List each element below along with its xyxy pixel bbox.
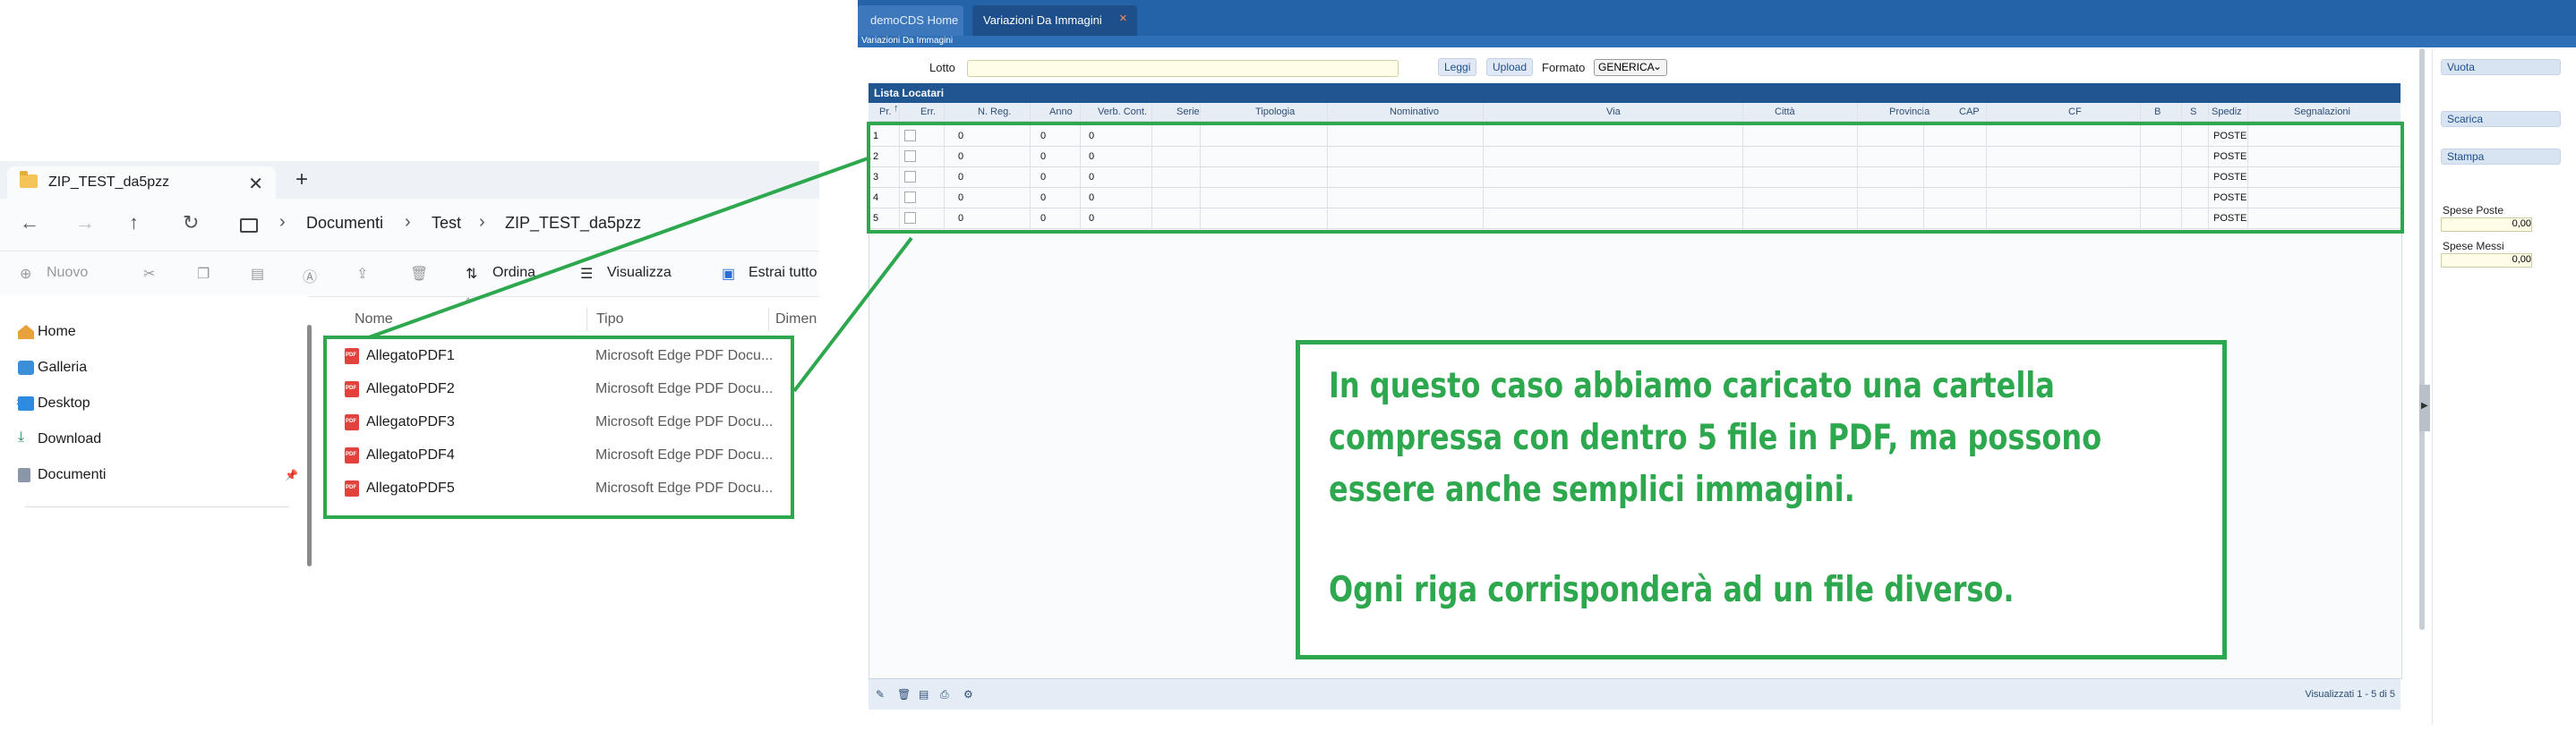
connector-lines (368, 156, 913, 393)
connector-line-bottom (792, 236, 913, 393)
connector-line-top (368, 156, 871, 339)
